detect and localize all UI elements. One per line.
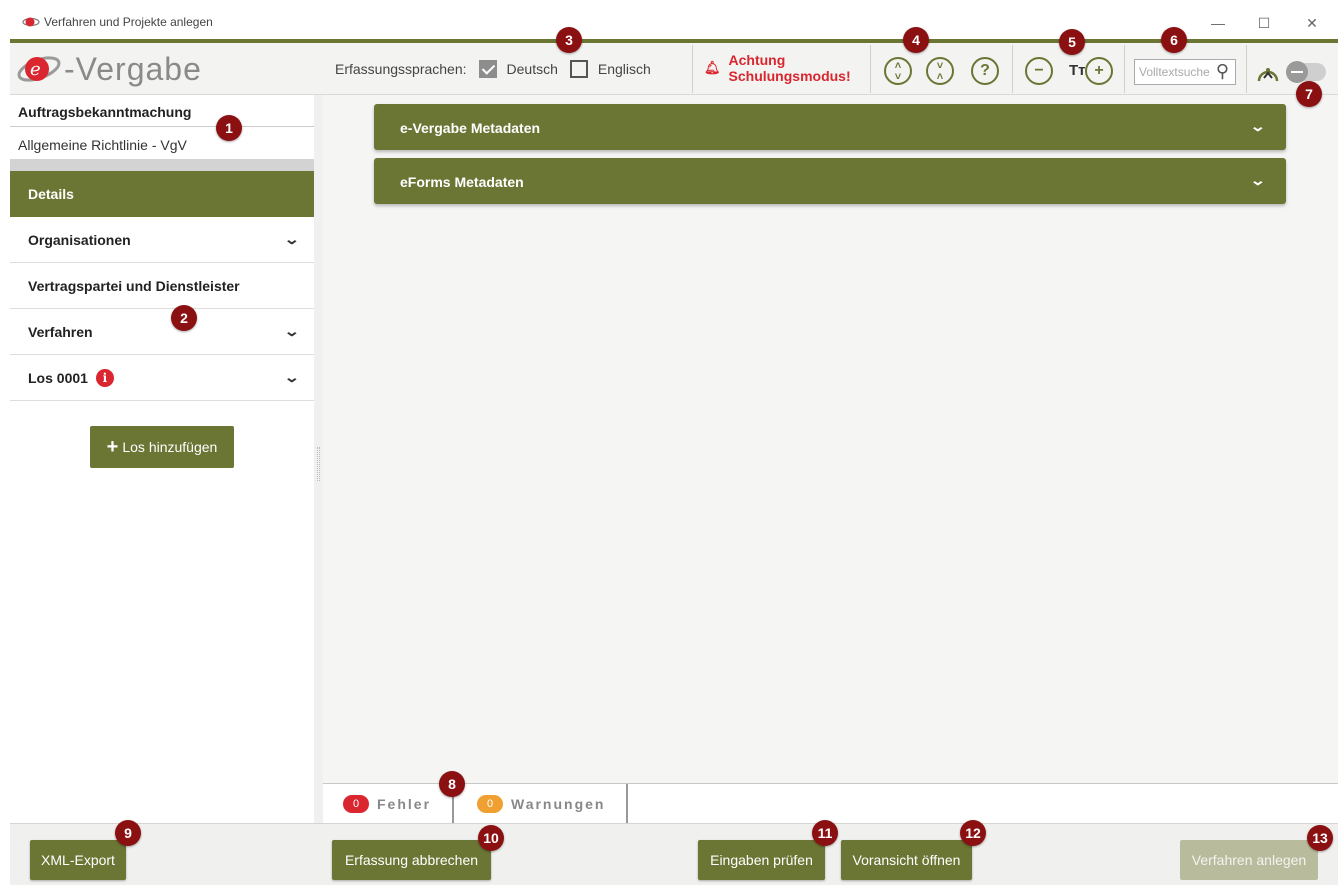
checkbox-deutsch[interactable] [478, 60, 497, 78]
cancel-entry-button[interactable]: Erfassung abbrechen [332, 840, 491, 880]
callout-marker-7: 7 [1296, 81, 1322, 107]
add-lot-label: Los hinzufügen [122, 439, 218, 455]
languages-label: Erfassungssprachen: [335, 61, 467, 77]
callout-marker-3: 3 [556, 27, 582, 53]
add-lot-button[interactable]: + Los hinzufügen [90, 426, 234, 468]
callout-marker-2: 2 [171, 305, 197, 331]
splitter-grip[interactable] [317, 447, 320, 481]
logo-text: -Vergabe [64, 50, 202, 87]
warning-count-badge: 0 [477, 795, 503, 813]
font-increase-button[interactable]: + [1085, 57, 1113, 85]
chevron-down-icon: ⌄ [1249, 118, 1267, 134]
accordion-e-vergabe-metadaten[interactable]: e-Vergabe Metadaten ⌄ [374, 104, 1286, 150]
open-preview-button[interactable]: Voransicht öffnen [841, 840, 972, 880]
language-selector: Erfassungssprachen: Deutsch Englisch [335, 60, 651, 78]
accessibility-toggle[interactable] [1286, 61, 1326, 83]
callout-marker-9: 9 [115, 820, 141, 846]
englisch-label: Englisch [597, 61, 651, 77]
xml-export-button[interactable]: XML-Export [30, 840, 126, 880]
footer-bar: XML-Export Erfassung abbrechen Eingaben … [10, 823, 1338, 885]
chevron-down-icon: ⌄ [1249, 172, 1267, 188]
window-title: Verfahren und Projekte anlegen [44, 15, 213, 29]
sidebar-item-label: Los 0001 [28, 369, 88, 386]
sidebar-separator [10, 159, 314, 171]
sidebar-item-los-0001[interactable]: Los 0001 i ⌄ [10, 355, 314, 401]
accordion-title: eForms Metadaten [400, 174, 524, 190]
chevron-down-icon[interactable]: ⌄ [284, 369, 300, 386]
close-button[interactable]: ✕ [1292, 12, 1332, 34]
callout-marker-12: 12 [960, 820, 986, 846]
sidebar: Auftragsbekanntmachung Allgemeine Richtl… [10, 95, 314, 823]
logo-mark-icon: e [17, 56, 61, 82]
sidebar-item-label: Vertragspartei und Dienstleister [28, 277, 240, 294]
checkbox-englisch[interactable] [569, 60, 588, 78]
divider [1012, 45, 1013, 93]
error-count-badge: 0 [343, 795, 369, 813]
directive-label: Allgemeine Richtlinie - VgV [18, 137, 187, 153]
font-size-icon: Tт [1069, 62, 1086, 79]
deutsch-label: Deutsch [506, 61, 558, 77]
accessibility-icon[interactable] [1256, 61, 1280, 83]
toggle-knob [1286, 61, 1308, 83]
divider [692, 45, 693, 93]
callout-marker-8: 8 [439, 771, 465, 797]
sidebar-item-organisationen[interactable]: Organisationen ⌄ [10, 217, 314, 263]
sidebar-item-label: Verfahren [28, 323, 93, 340]
bell-icon: 🔔︎ [704, 60, 721, 75]
sidebar-item-vertragspartei[interactable]: Vertragspartei und Dienstleister [10, 263, 314, 309]
warning-line-2: Schulungsmodus! [728, 68, 851, 84]
warning-line-1: Achtung [728, 52, 786, 68]
e-vergabe-logo: e -Vergabe [16, 49, 202, 89]
tab-divider [626, 784, 628, 824]
fulltext-search-input[interactable]: Volltextsuche ⚲ [1134, 59, 1236, 85]
callout-marker-1: 1 [216, 115, 242, 141]
sidebar-item-label: Organisationen [28, 231, 131, 248]
plus-icon: + [106, 435, 119, 458]
sidebar-item-verfahren[interactable]: Verfahren ⌄ [10, 309, 314, 355]
info-icon: i [95, 368, 114, 387]
svg-text:e: e [30, 59, 41, 80]
validation-status-bar: 0 Fehler 0 Warnungen [323, 783, 1338, 824]
tab-errors[interactable]: 0 Fehler [343, 784, 431, 824]
training-mode-warning: 🔔︎ Achtung Schulungsmodus! [704, 52, 851, 84]
chevron-down-icon[interactable]: ⌄ [284, 323, 300, 340]
expand-all-button[interactable]: ˄ ˅ [884, 57, 912, 85]
title-bar: Verfahren und Projekte anlegen — ☐ ✕ [10, 7, 1338, 39]
accordion-title: e-Vergabe Metadaten [400, 120, 541, 136]
tab-warnings[interactable]: 0 Warnungen [477, 784, 605, 824]
font-decrease-button[interactable]: − [1025, 57, 1053, 85]
warnings-label: Warnungen [511, 796, 606, 812]
sidebar-item-details[interactable]: Details [10, 171, 314, 217]
maximize-button[interactable]: ☐ [1244, 12, 1284, 34]
search-icon[interactable]: ⚲ [1216, 61, 1229, 82]
sidebar-item-label: Details [28, 186, 74, 202]
callout-marker-11: 11 [812, 820, 838, 846]
check-inputs-button[interactable]: Eingaben prüfen [698, 840, 825, 880]
search-placeholder: Volltextsuche [1139, 65, 1210, 79]
collapse-all-button[interactable]: ˅ ˄ [926, 57, 954, 85]
application-window: Verfahren und Projekte anlegen — ☐ ✕ e -… [10, 7, 1338, 885]
accordion-eforms-metadaten[interactable]: eForms Metadaten ⌄ [374, 158, 1286, 204]
notice-type-heading: Auftragsbekanntmachung [10, 95, 314, 127]
toolbar: e -Vergabe Erfassungssprachen: Deutsch E… [10, 43, 1338, 95]
callout-marker-6: 6 [1161, 27, 1187, 53]
create-procedure-button[interactable]: Verfahren anlegen [1180, 840, 1318, 880]
main-content: e-Vergabe Metadaten ⌄ eForms Metadaten ⌄ [323, 95, 1338, 783]
errors-label: Fehler [377, 796, 432, 812]
chevron-down-icon[interactable]: ⌄ [284, 231, 300, 248]
panel-splitter[interactable] [314, 95, 323, 823]
callout-marker-10: 10 [478, 825, 504, 851]
divider [1246, 45, 1247, 93]
app-logo-icon [22, 17, 40, 27]
callout-marker-13: 13 [1307, 825, 1333, 851]
divider [1124, 45, 1125, 93]
callout-marker-5: 5 [1059, 29, 1085, 55]
minimize-button[interactable]: — [1198, 12, 1238, 34]
help-button[interactable]: ? [971, 57, 999, 85]
callout-marker-4: 4 [903, 27, 929, 53]
divider [870, 45, 871, 93]
